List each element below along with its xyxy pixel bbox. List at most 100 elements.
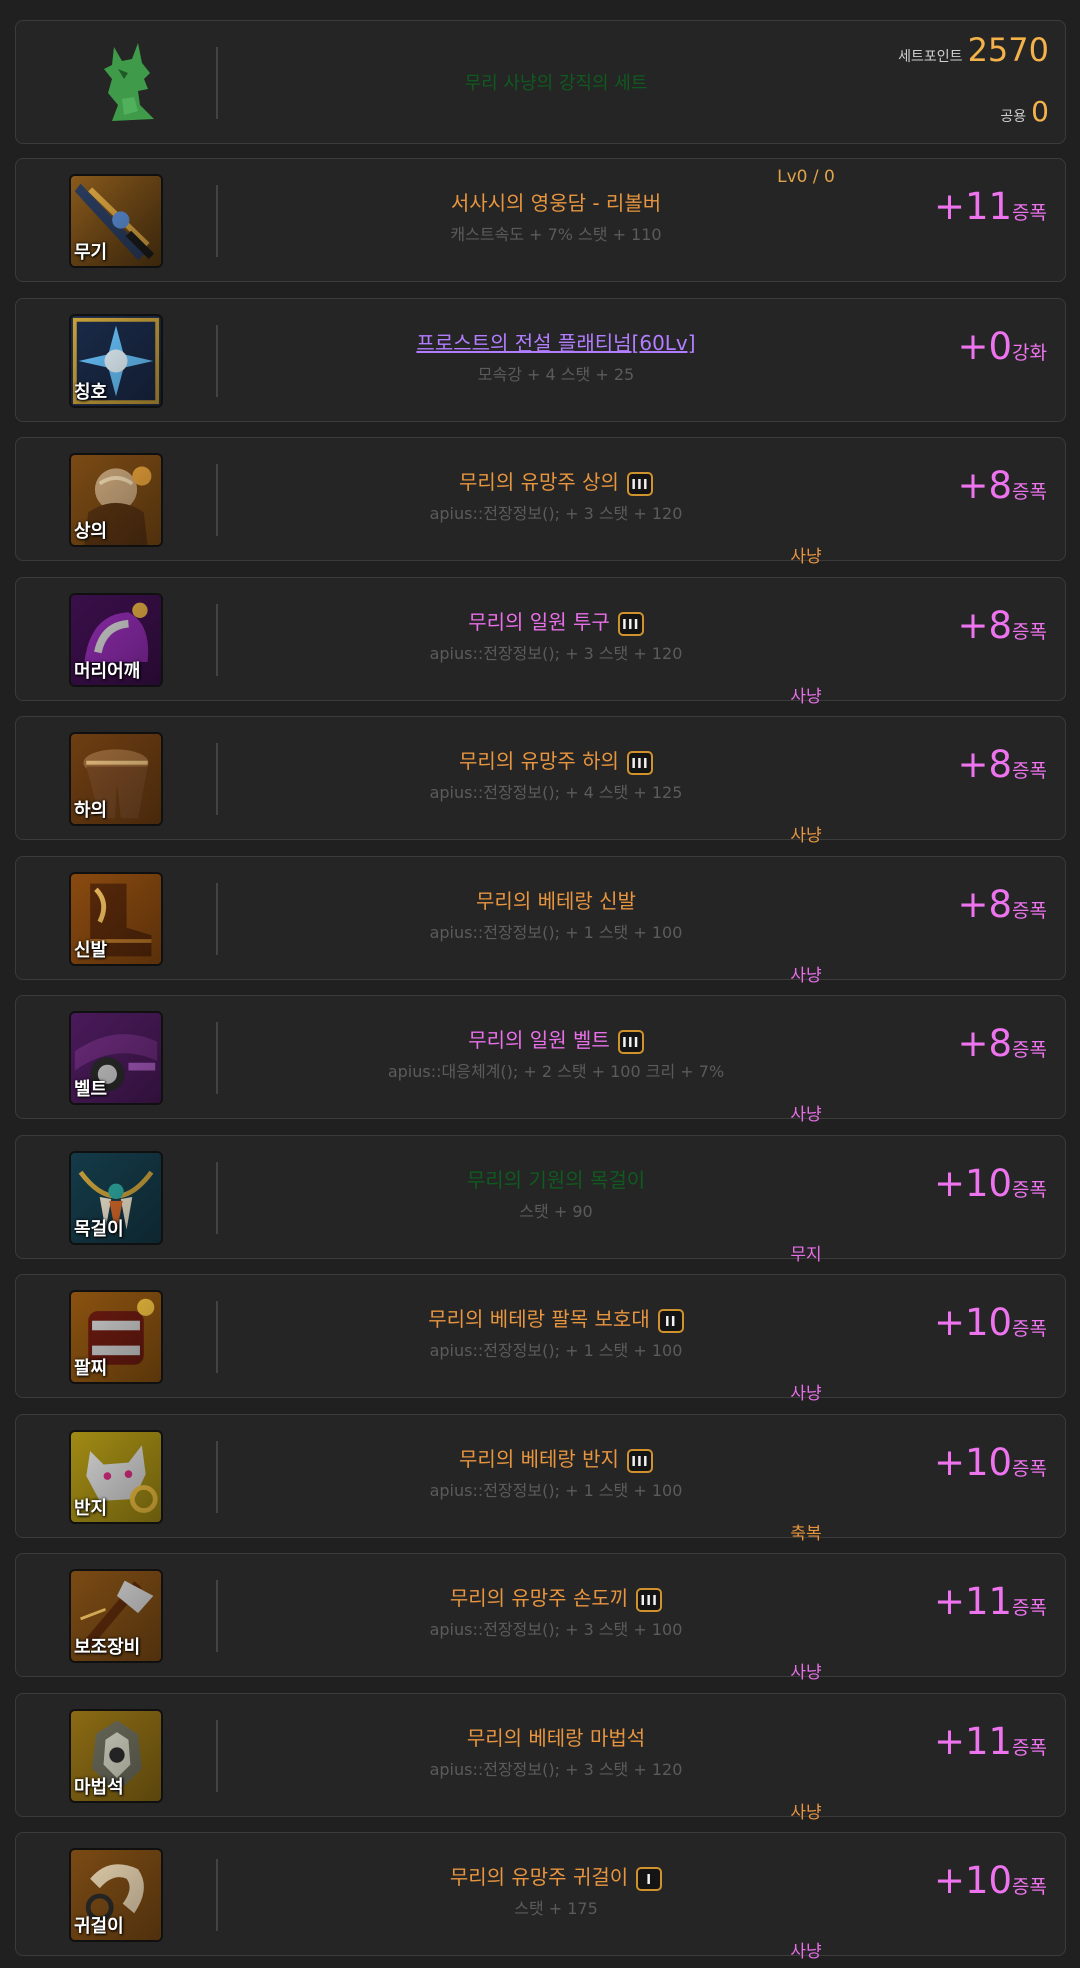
frost-title-icon: 칭호 xyxy=(69,314,163,408)
item-title-line: 무리의 유망주 하의 III xyxy=(216,745,896,775)
option-tag: 사냥 xyxy=(790,826,822,846)
enhancement: +10증폭 xyxy=(934,1162,1047,1205)
slot-label: 무기 xyxy=(74,242,108,263)
enhancement-type: 증폭 xyxy=(1012,621,1047,643)
item-name[interactable]: 무리의 유망주 상의 xyxy=(459,470,619,494)
option-tag: 사냥 xyxy=(790,966,822,986)
enhancement-value: +10 xyxy=(933,1162,1013,1205)
enhancement: +8증폭 xyxy=(957,883,1047,926)
equipment-panel: 무리 사냥의 강직의 세트 세트포인트 2570 공용 0 무기 Lv0 / 0 서… xyxy=(0,0,1080,1968)
set-point-label: 세트포인트 xyxy=(898,49,963,65)
item-title-line: 무리의 유망주 손도끼 III xyxy=(216,1582,896,1612)
slot-label: 목걸이 xyxy=(74,1219,124,1240)
equipment-card[interactable]: 반지 무리의 베테랑 반지 IIIapius::전장정보(); + 1 스탯 + 1… xyxy=(15,1414,1066,1544)
enhancement-type: 증폭 xyxy=(1012,202,1047,224)
enhancement: +11증폭 xyxy=(934,1580,1047,1623)
item-stats: apius::전장정보(); + 3 스탯 + 120 xyxy=(429,1760,683,1779)
enhancement-type: 증폭 xyxy=(1012,1737,1047,1759)
item-title-line: 무리의 유망주 귀걸이 I xyxy=(216,1861,896,1891)
option-tag: 축복 xyxy=(790,1524,822,1544)
tier-badge: III xyxy=(626,1448,653,1473)
enhancement: +10증폭 xyxy=(934,1859,1047,1902)
item-title-line: 서사시의 영웅담 - 리볼버 xyxy=(216,187,896,216)
enhancement: +10증폭 xyxy=(934,1441,1047,1484)
hatchet-icon: 보조장비 xyxy=(69,1569,163,1663)
shared-point: 공용 0 xyxy=(1000,95,1049,128)
enhancement: +11증폭 xyxy=(934,1720,1047,1763)
tier-badge: III xyxy=(617,1029,644,1054)
equipment-card[interactable]: 무기 Lv0 / 0 서사시의 영웅담 - 리볼버 캐스트속도 + 7% 스탯 + 1… xyxy=(15,158,1066,282)
revolver-icon: 무기 xyxy=(69,174,163,268)
item-stats: apius::전장정보(); + 3 스탯 + 120 xyxy=(429,644,683,663)
item-name[interactable]: 무리의 베테랑 신발 xyxy=(476,889,636,913)
enhancement-value: +11 xyxy=(933,1580,1013,1623)
enhancement: +8증폭 xyxy=(957,1022,1047,1065)
enhancement: +8증폭 xyxy=(957,743,1047,786)
option-tag: 사냥 xyxy=(790,1105,822,1125)
enhancement-value: +10 xyxy=(933,1859,1013,1902)
item-title-line: 무리의 유망주 상의 III xyxy=(216,466,896,496)
enhancement-value: +8 xyxy=(957,464,1013,507)
enhancement-type: 증폭 xyxy=(1012,481,1047,503)
enhancement-value: +11 xyxy=(933,1720,1013,1763)
pants-icon: 하의 xyxy=(69,732,163,826)
item-name[interactable]: 프로스트의 전설 플래티넘[60Lv] xyxy=(416,331,695,355)
enhancement-type: 증폭 xyxy=(1012,1876,1047,1898)
item-title-line: 무리의 베테랑 팔목 보호대 II xyxy=(216,1303,896,1333)
slot-label: 머리어깨 xyxy=(74,661,141,682)
enhancement: +0강화 xyxy=(957,325,1047,368)
item-stats: apius::전장정보(); + 4 스탯 + 125 xyxy=(429,783,683,802)
equipment-card[interactable]: 마법석 무리의 베테랑 마법석 apius::전장정보(); + 3 스탯 + 12… xyxy=(15,1693,1066,1823)
item-name[interactable]: 서사시의 영웅담 - 리볼버 xyxy=(451,191,661,215)
enhancement-type: 증폭 xyxy=(1012,1458,1047,1480)
slot-label: 하의 xyxy=(74,800,108,821)
item-name[interactable]: 무리의 일원 투구 xyxy=(468,610,610,634)
item-title-line: 무리의 베테랑 반지 III xyxy=(216,1443,896,1473)
option-tag: 사냥 xyxy=(790,1384,822,1404)
item-name[interactable]: 무리의 베테랑 반지 xyxy=(459,1447,619,1471)
option-tag: 사냥 xyxy=(790,1942,822,1962)
equipment-card[interactable]: 벨트 무리의 일원 벨트 III apius::대응체계(); + 2 스탯 + 10… xyxy=(15,995,1066,1125)
tier-badge: II xyxy=(657,1308,684,1333)
slot-label: 상의 xyxy=(74,521,108,542)
set-summary-card[interactable]: 무리 사냥의 강직의 세트 세트포인트 2570 공용 0 xyxy=(15,20,1066,144)
set-point-value: 2570 xyxy=(967,31,1049,69)
tier-badge: III xyxy=(626,471,653,496)
item-name[interactable]: 무리의 유망주 귀걸이 xyxy=(450,1865,628,1889)
equipment-card[interactable]: 보조장비 무리의 유망주 손도끼 III apius::전장정보(); + 3 스탯 … xyxy=(15,1553,1066,1683)
item-stats: apius::전장정보(); + 3 스탯 + 120 xyxy=(429,504,683,523)
option-tag: 무지 xyxy=(790,1245,822,1265)
enhancement-value: +8 xyxy=(957,1022,1013,1065)
option-tag: 사냥 xyxy=(790,1803,822,1823)
enhancement-value: +0 xyxy=(957,325,1013,368)
equipment-card[interactable]: 머리어깨 무리의 일원 투구 IIIapius::전장정보(); + 3 스탯 + … xyxy=(15,577,1066,707)
item-name[interactable]: 무리의 일원 벨트 xyxy=(468,1028,610,1052)
item-name[interactable]: 무리의 유망주 손도끼 xyxy=(450,1586,628,1610)
slot-label: 반지 xyxy=(74,1498,108,1519)
item-name[interactable]: 무리의 베테랑 마법석 xyxy=(467,1726,645,1750)
enhancement: +8증폭 xyxy=(957,464,1047,507)
equipment-card[interactable]: 칭호 프로스트의 전설 플래티넘[60Lv] 모속강 + 4 스탯 + 25 +0강화 xyxy=(15,298,1066,422)
tier-badge: III xyxy=(617,611,644,636)
bracelet-icon: 팔찌 xyxy=(69,1290,163,1384)
tier-badge: I xyxy=(636,1866,663,1891)
item-name[interactable]: 무리의 베테랑 팔목 보호대 xyxy=(428,1307,649,1331)
equipment-card[interactable]: 팔찌 무리의 베테랑 팔목 보호대 II apius::전장정보(); + 1 스탯 … xyxy=(15,1274,1066,1404)
item-level: Lv0 / 0 xyxy=(777,167,835,187)
wolf-emblem-icon xyxy=(94,39,160,125)
enhancement: +11증폭 xyxy=(934,185,1047,228)
equipment-card[interactable]: 목걸이 무리의 기원의 목걸이 스탯 + 90 +10증폭 무지 xyxy=(15,1135,1066,1265)
tier-badge: III xyxy=(626,750,653,775)
set-name: 무리 사냥의 강직의 세트 xyxy=(464,73,648,94)
equipment-card[interactable]: 상의 무리의 유망주 상의 IIIapius::전장정보(); + 3 스탯 + 1… xyxy=(15,437,1066,567)
equipment-card[interactable]: 신발 무리의 베테랑 신발 apius::전장정보(); + 1 스탯 + 100 +… xyxy=(15,856,1066,986)
equipment-card[interactable]: 귀걸이 무리의 유망주 귀걸이 I 스탯 + 175 +10증폭 사냥 xyxy=(15,1832,1066,1962)
enhancement-value: +8 xyxy=(957,743,1013,786)
equipment-card[interactable]: 하의 무리의 유망주 하의 IIIapius::전장정보(); + 4 스탯 + 1… xyxy=(15,716,1066,846)
slot-label: 귀걸이 xyxy=(74,1916,124,1937)
option-tag: 사냥 xyxy=(790,547,822,567)
shared-label: 공용 xyxy=(1000,109,1027,125)
item-stats: apius::전장정보(); + 1 스탯 + 100 xyxy=(429,1481,683,1500)
item-name[interactable]: 무리의 유망주 하의 xyxy=(459,749,619,773)
item-name[interactable]: 무리의 기원의 목걸이 xyxy=(467,1168,645,1192)
